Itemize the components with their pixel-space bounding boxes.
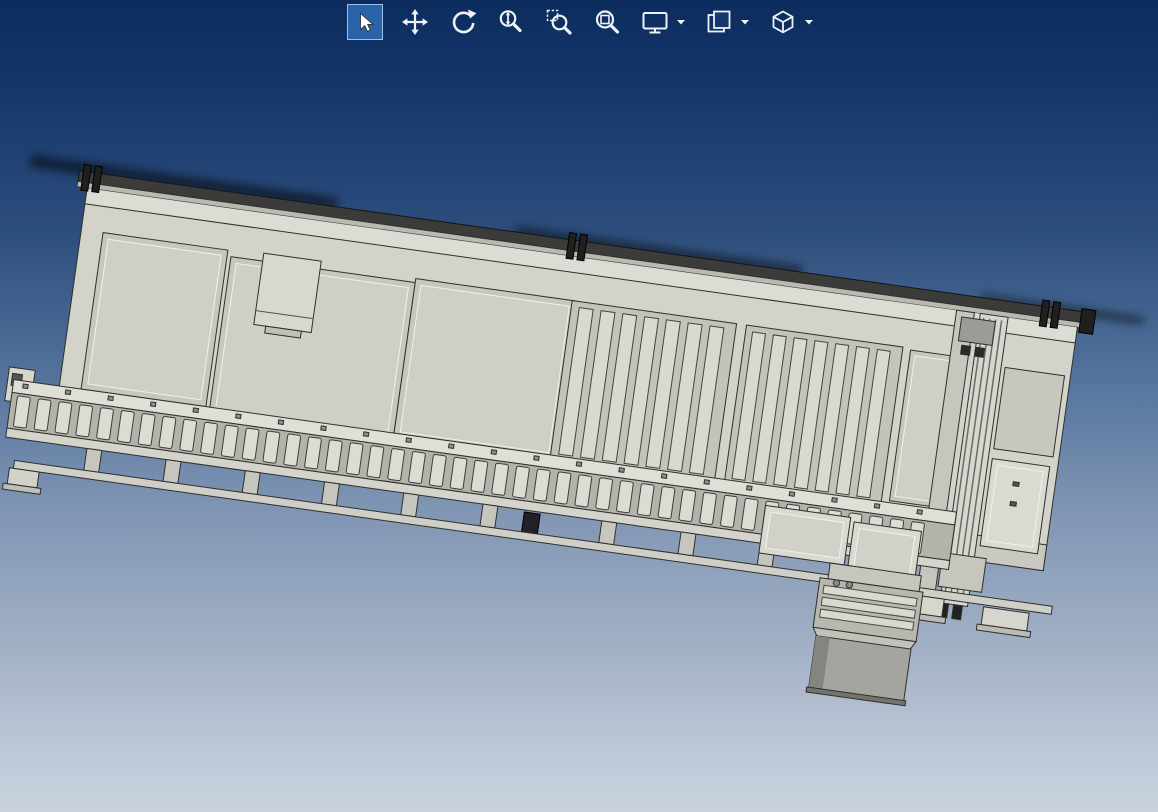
zoom-fit-tool-button[interactable]	[591, 5, 623, 39]
zoom-area-icon	[546, 9, 572, 35]
display-mode-caret[interactable]	[674, 5, 687, 39]
zoom-in-out-icon	[499, 10, 522, 33]
machine-model	[1, 154, 1145, 707]
pan-arrows-icon	[402, 9, 428, 35]
cube-icon	[772, 10, 794, 34]
chevron-down-icon	[740, 20, 749, 25]
sheets-group	[703, 5, 751, 39]
zoom-area-tool-button[interactable]	[543, 5, 575, 39]
sheets-caret[interactable]	[738, 5, 751, 39]
rotate-arrow-icon	[452, 9, 477, 34]
chevron-down-icon	[804, 20, 813, 25]
rotate-tool-button[interactable]	[447, 5, 479, 39]
sheets-icon	[707, 10, 731, 33]
pan-tool-button[interactable]	[399, 5, 431, 39]
view-orientation-caret[interactable]	[802, 5, 815, 39]
sheets-button[interactable]	[703, 5, 735, 39]
hanging-cabinet	[805, 562, 924, 707]
select-tool-button[interactable]	[347, 4, 383, 40]
display-mode-button[interactable]	[639, 5, 671, 39]
cursor-arrow-icon	[360, 12, 375, 32]
view-orientation-button[interactable]	[767, 5, 799, 39]
display-mode-group	[639, 5, 687, 39]
app-window	[0, 0, 1158, 812]
chevron-down-icon	[676, 20, 685, 25]
zoom-fit-icon	[595, 10, 620, 34]
main-toolbar	[347, 3, 815, 41]
zoom-inout-tool-button[interactable]	[495, 5, 527, 39]
slat-panel-a	[549, 299, 738, 483]
view-orientation-group	[767, 5, 815, 39]
monitor-icon	[642, 12, 668, 34]
control-box	[979, 457, 1051, 555]
slat-panel-b	[723, 324, 904, 507]
cad-viewport[interactable]	[0, 0, 1158, 812]
